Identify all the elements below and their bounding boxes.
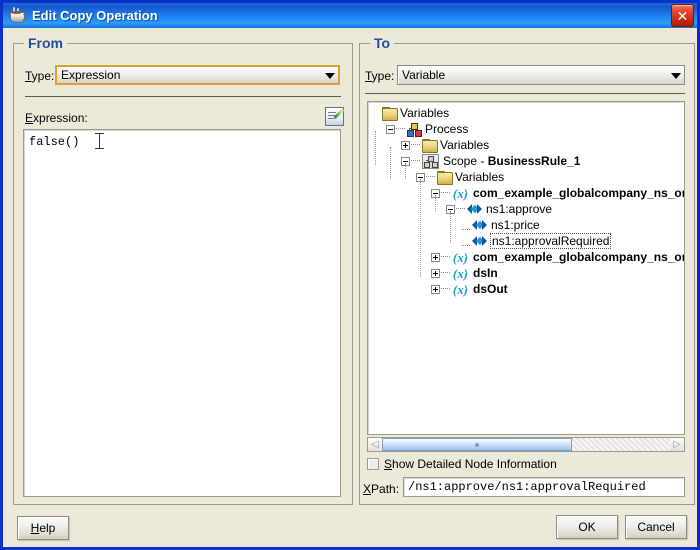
edit-pencil-icon[interactable]	[325, 107, 345, 126]
tree-node-label-emphasis: BusinessRule_1	[487, 154, 581, 168]
from-separator	[25, 96, 341, 97]
expand-toggle-icon[interactable]	[431, 252, 440, 262]
scope-icon	[422, 153, 439, 169]
variable-icon: (x)	[452, 265, 469, 281]
tree-connector	[450, 211, 452, 243]
tree-connector	[411, 144, 420, 146]
tree-node[interactable]: Scope - BusinessRule_1	[401, 153, 581, 169]
tree-node[interactable]: Process	[386, 121, 469, 137]
java-cup-icon	[8, 6, 28, 25]
checkbox-label: Show Detailed Node Information	[384, 457, 557, 471]
from-type-value: Expression	[61, 68, 121, 82]
tree-connector	[375, 131, 377, 165]
from-type-dropdown[interactable]: Expression	[55, 65, 340, 85]
chevron-right-icon[interactable]: ▷	[670, 438, 684, 451]
tree-connector	[411, 160, 420, 162]
tree-connector	[405, 163, 407, 179]
expand-toggle-icon[interactable]	[431, 284, 440, 294]
tree-node[interactable]: Variables	[371, 105, 450, 121]
chevron-left-icon[interactable]: ◁	[368, 438, 382, 451]
tree-horizontal-scrollbar[interactable]: ◁ ▷	[367, 437, 685, 452]
tree-connector	[426, 176, 435, 178]
from-type-label: Type:	[25, 69, 55, 83]
title-bar: Edit Copy Operation ✕	[3, 3, 697, 28]
tree-connector	[420, 179, 422, 277]
help-button[interactable]: Help	[17, 516, 69, 540]
tree-node-label: ns1:approvalRequired	[490, 233, 612, 249]
chevron-down-icon	[668, 68, 684, 82]
xpath-input[interactable]: /ns1:approve/ns1:approvalRequired	[403, 477, 685, 497]
tree-connector	[441, 192, 450, 194]
to-type-dropdown[interactable]: Variable	[397, 65, 685, 85]
variable-icon: (x)	[452, 185, 469, 201]
tree-connector	[441, 272, 450, 274]
tree-node-label: dsIn	[473, 266, 498, 280]
variable-icon: (x)	[452, 281, 469, 297]
ok-button[interactable]: OK	[556, 515, 618, 539]
tree-node[interactable]: (x) dsOut	[431, 281, 509, 297]
expression-textarea[interactable]: false()	[23, 129, 341, 497]
tree-connector	[461, 221, 472, 230]
element-icon	[472, 219, 487, 231]
checkbox-box[interactable]	[367, 458, 379, 470]
edit-copy-operation-dialog: Edit Copy Operation ✕ From Type: Express…	[0, 0, 700, 550]
tree-node-label: dsOut	[473, 282, 508, 296]
scrollbar-track[interactable]	[382, 438, 670, 451]
tree-node[interactable]: (x) com_example_globalcompany_ns_or	[431, 249, 685, 265]
text-cursor-icon	[95, 133, 104, 149]
to-separator	[365, 93, 685, 94]
tree-node-label: Scope - BusinessRule_1	[443, 154, 581, 168]
tree-node[interactable]: (x) dsIn	[431, 265, 499, 281]
tree-connector	[396, 128, 405, 130]
tree-node-label: com_example_globalcompany_ns_or	[473, 250, 685, 264]
folder-icon	[382, 107, 398, 121]
process-icon	[407, 122, 422, 137]
tree-node-label: Variables	[455, 170, 505, 184]
expand-toggle-icon[interactable]	[431, 268, 440, 278]
tree-node-label: Process	[425, 122, 469, 136]
tree-node-label: Variables	[400, 106, 450, 120]
tree-node[interactable]: Variables	[416, 169, 505, 185]
expression-value: false()	[29, 135, 80, 149]
variables-tree[interactable]: Variables Process Variables Scope - Busines…	[367, 101, 685, 435]
xpath-value: /ns1:approve/ns1:approvalRequired	[408, 480, 646, 494]
collapse-toggle-icon[interactable]	[386, 124, 395, 134]
show-detailed-node-information-checkbox[interactable]: Show Detailed Node Information	[367, 457, 557, 471]
expand-toggle-icon[interactable]	[401, 140, 410, 150]
to-type-value: Variable	[402, 68, 446, 82]
tree-node[interactable]: ns1:price	[461, 217, 541, 233]
tree-node-label: com_example_globalcompany_ns_or	[473, 186, 685, 200]
tree-node[interactable]: (x) com_example_globalcompany_ns_or	[431, 185, 685, 201]
tree-node[interactable]: Variables	[401, 137, 490, 153]
tree-connector	[441, 256, 450, 258]
expression-label: Expression:	[25, 111, 88, 125]
tree-node[interactable]: ns1:approvalRequired	[461, 233, 612, 249]
tree-node[interactable]: ns1:approve	[446, 201, 553, 217]
window-title: Edit Copy Operation	[32, 8, 158, 23]
tree-node-label: ns1:price	[491, 218, 540, 232]
from-panel-legend: From	[24, 35, 67, 51]
scrollbar-thumb[interactable]	[382, 438, 573, 451]
tree-node-label: ns1:approve	[486, 202, 553, 216]
cancel-button[interactable]: Cancel	[625, 515, 687, 539]
element-icon	[472, 235, 487, 247]
xpath-label: XPath:	[363, 482, 400, 496]
folder-icon	[422, 139, 438, 153]
tree-connector	[390, 147, 392, 179]
tree-connector	[461, 237, 472, 246]
folder-icon	[437, 171, 453, 185]
variable-icon: (x)	[452, 249, 469, 265]
close-icon[interactable]: ✕	[671, 4, 694, 27]
element-icon	[467, 203, 482, 215]
to-panel-legend: To	[370, 35, 395, 51]
chevron-down-icon	[322, 68, 338, 82]
to-type-label: Type:	[365, 69, 395, 83]
tree-node-label: Variables	[440, 138, 490, 152]
tree-connector	[456, 208, 465, 210]
tree-connector	[435, 195, 437, 211]
tree-connector	[441, 288, 450, 290]
